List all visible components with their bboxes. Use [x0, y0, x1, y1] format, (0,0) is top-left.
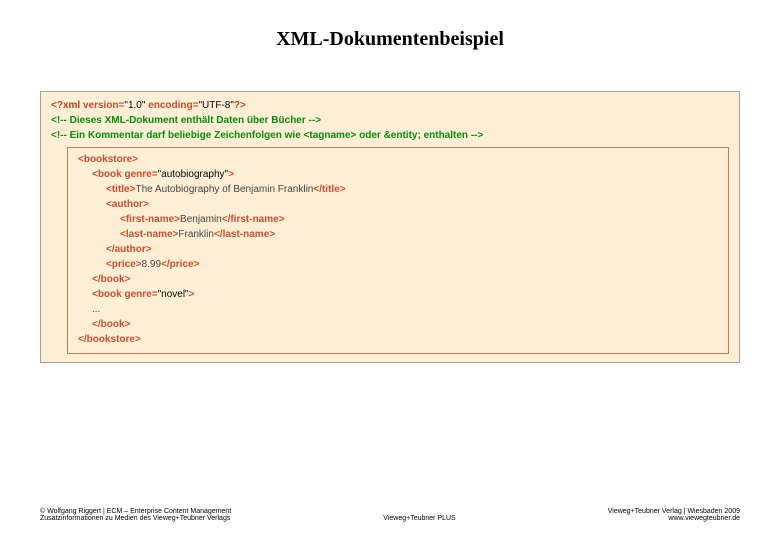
footer-right-line2: www.viewegteubner.de	[608, 515, 740, 522]
footer-right: Vieweg+Teubner Verlag | Wiesbaden 2009 w…	[608, 508, 740, 522]
book2-open: <book genre="novel">	[78, 287, 718, 302]
slide-footer: © Wolfgang Riggert | ECM – Enterprise Co…	[40, 508, 740, 522]
prolog-encoding-attr: encoding=	[145, 100, 198, 111]
first-name-line: <first-name>Benjamin</first-name>	[78, 212, 718, 227]
tag-open: <book	[92, 169, 125, 180]
comment-text: Dieses XML-Dokument enthält Daten über B…	[70, 115, 306, 126]
author-open: <author>	[78, 197, 718, 212]
comment-open: <!--	[51, 115, 70, 126]
price-close: </price>	[161, 259, 199, 270]
xml-body: <bookstore> <book genre="autobiography">…	[67, 147, 729, 354]
bookstore-open: <bookstore>	[78, 152, 718, 167]
footer-left: © Wolfgang Riggert | ECM – Enterprise Co…	[40, 508, 231, 522]
comment-text: Ein Kommentar darf beliebige Zeichenfolg…	[70, 130, 468, 141]
tag: </author>	[106, 244, 152, 255]
code-box-inner: <?xml version="1.0" encoding="UTF-8"?> <…	[43, 94, 737, 360]
genre-attr: genre=	[125, 169, 158, 180]
footer-right-line1: Vieweg+Teubner Verlag | Wiesbaden 2009	[608, 508, 740, 515]
price-open: <price>	[106, 259, 142, 270]
footer-left-sub: Zusatzinformationen zu Medien des Vieweg…	[40, 515, 231, 522]
comment-close: -->	[468, 130, 483, 141]
prolog-version-val: "1.0"	[124, 100, 145, 111]
genre-attr: genre=	[125, 289, 158, 300]
last-close: </last-name>	[214, 229, 275, 240]
xml-example-container: <?xml version="1.0" encoding="UTF-8"?> <…	[40, 91, 740, 363]
code-box: <?xml version="1.0" encoding="UTF-8"?> <…	[40, 91, 740, 363]
book1-close: </book>	[78, 272, 718, 287]
genre-val: "novel"	[158, 289, 189, 300]
author-close: </author>	[78, 242, 718, 257]
copyright: © Wolfgang Riggert | ECM – Enterprise Co…	[40, 508, 231, 515]
title-text: The Autobiography of Benjamin Franklin	[135, 184, 313, 195]
first-close: </first-name>	[222, 214, 285, 225]
tag: <author>	[106, 199, 149, 210]
genre-val: "autobiography"	[158, 169, 228, 180]
comment-close: -->	[306, 115, 321, 126]
footer-center-text: Vieweg+Teubner PLUS	[231, 515, 607, 522]
tag: </book>	[92, 274, 130, 285]
title-open: <title>	[106, 184, 135, 195]
last-open: <last-name>	[120, 229, 178, 240]
title-close: </title>	[313, 184, 345, 195]
ellipsis-text: ...	[92, 304, 100, 315]
xml-comment-2: <!-- Ein Kommentar darf beliebige Zeiche…	[51, 128, 729, 143]
book2-close: </book>	[78, 317, 718, 332]
prolog-encoding-val: "UTF-8"	[198, 100, 233, 111]
tag: <bookstore>	[78, 154, 138, 165]
ellipsis: ...	[78, 302, 718, 317]
xml-prolog: <?xml version="1.0" encoding="UTF-8"?>	[51, 98, 729, 113]
prolog-close: ?>	[234, 100, 246, 111]
tag-close-bracket: >	[228, 169, 234, 180]
first-open: <first-name>	[120, 214, 180, 225]
tag-close-bracket: >	[189, 289, 195, 300]
xml-comment-1: <!-- Dieses XML-Dokument enthält Daten ü…	[51, 113, 729, 128]
tag: </book>	[92, 319, 130, 330]
price-line: <price>8.99</price>	[78, 257, 718, 272]
title-line: <title>The Autobiography of Benjamin Fra…	[78, 182, 718, 197]
slide-title: XML-Dokumentenbeispiel	[0, 0, 780, 61]
tag: </bookstore>	[78, 334, 141, 345]
first-text: Benjamin	[180, 214, 222, 225]
footer-center: Vieweg+Teubner PLUS	[231, 515, 607, 522]
price-text: 8.99	[142, 259, 161, 270]
prolog-version-attr: version=	[83, 100, 124, 111]
last-name-line: <last-name>Franklin</last-name>	[78, 227, 718, 242]
book1-open: <book genre="autobiography">	[78, 167, 718, 182]
tag-open: <book	[92, 289, 125, 300]
prolog-open: <?xml	[51, 100, 83, 111]
comment-open: <!--	[51, 130, 70, 141]
last-text: Franklin	[178, 229, 214, 240]
bookstore-close: </bookstore>	[78, 332, 718, 347]
